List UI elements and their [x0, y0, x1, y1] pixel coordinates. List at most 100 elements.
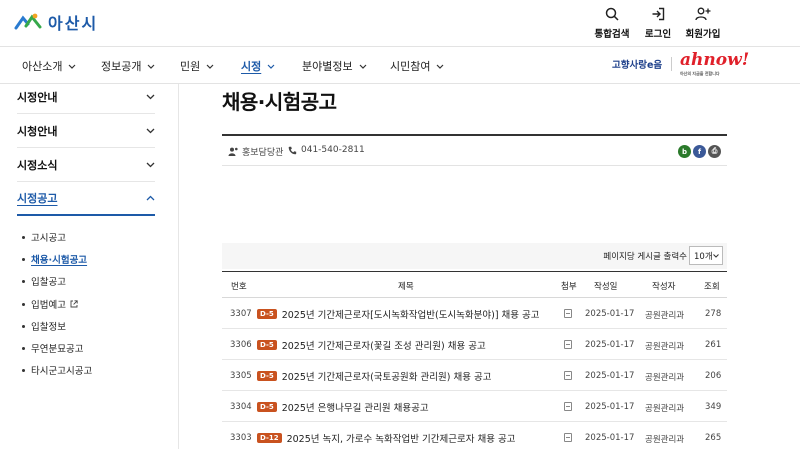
slogan-text: 고향사랑e음 [612, 60, 663, 71]
row-date: 2025-01-17 [585, 402, 635, 412]
chevron-down-icon [69, 64, 76, 69]
row-no: 3307 [230, 309, 252, 319]
header: 아산시 통합검색 로그인 회원가입 [0, 0, 800, 46]
row-title-text: 2025년 은행나무길 관리원 채용공고 [281, 403, 429, 414]
row-author: 공원관리과 [645, 311, 685, 321]
row-views: 206 [705, 371, 722, 381]
nav-item-fields[interactable]: 분야별정보 [302, 58, 367, 74]
content-divider [178, 84, 179, 449]
sub-item-label: 입법예고 [31, 300, 66, 311]
attachment-icon[interactable] [564, 340, 572, 349]
sub-item-recruitment[interactable]: 채용·시험공고 [22, 252, 87, 266]
hometown-donation-link[interactable]: 고향사랑e음 [612, 57, 662, 71]
table-row[interactable]: 3306 D-5 2025년 기간제근로자(꽃길 조성 관리원) 채용 공고 20… [222, 329, 727, 360]
department-name: 홍보담당관 [242, 148, 284, 158]
sub-item-bidding[interactable]: 입찰공고 [22, 274, 66, 288]
attachment-icon[interactable] [564, 309, 572, 318]
row-date: 2025-01-17 [585, 371, 635, 381]
search-icon [605, 7, 619, 21]
sub-item-announcement[interactable]: 고시공고 [22, 230, 66, 244]
attachment-icon[interactable] [564, 433, 572, 442]
page-title: 채용·시험공고 [222, 90, 337, 114]
bullet [22, 257, 25, 261]
attachment-icon[interactable] [564, 371, 572, 380]
row-date: 2025-01-17 [585, 340, 635, 350]
nav-label: 시민참여 [390, 60, 431, 73]
chevron-down-icon [148, 64, 155, 69]
nav-label: 아산소개 [22, 60, 63, 73]
perpage-select[interactable]: 10개 [689, 246, 723, 265]
print-button[interactable]: ⎙ [708, 145, 721, 158]
row-author: 공원관리과 [645, 373, 685, 383]
sub-item-label: 고시공고 [31, 233, 66, 244]
col-title: 제목 [398, 282, 414, 292]
sidebar-item-guide[interactable]: 시정안내 [17, 80, 155, 114]
sub-item-graves[interactable]: 무연분묘공고 [22, 341, 83, 355]
dday-badge: D-5 [257, 371, 277, 381]
row-title-text: 2025년 기간제근로자(꽃길 조성 관리원) 채용 공고 [281, 341, 486, 352]
phone-icon [288, 146, 297, 154]
row-title[interactable]: D-5 2025년 기간제근로자(꽃길 조성 관리원) 채용 공고 [257, 338, 486, 352]
sub-item-other-cities[interactable]: 타시군고시공고 [22, 363, 92, 377]
sidebar-item-notices[interactable]: 시정공고 [17, 182, 155, 216]
sub-item-bid-info[interactable]: 입찰정보 [22, 319, 66, 333]
chevron-down-icon [206, 64, 214, 69]
sidebar-item-label: 시정안내 [17, 90, 58, 104]
perpage-label: 페이지당 게시글 출력수 [603, 252, 687, 262]
chevron-down-icon [713, 253, 719, 258]
attachment-icon[interactable] [564, 402, 572, 411]
row-views: 261 [705, 340, 722, 350]
nav-item-city[interactable]: 시정 [241, 58, 275, 74]
chevron-down-icon [267, 64, 275, 69]
sidebar-item-label: 시청안내 [17, 124, 58, 138]
table-header: 번호 제목 첨부 작성일 작성자 조회 [222, 271, 727, 298]
bullet [22, 279, 25, 283]
brand-logo[interactable]: ahnow! 아산의 지금을 전합니다 [680, 50, 750, 76]
brand-logo-text: ahnow! [680, 50, 750, 70]
col-attach: 첨부 [561, 282, 577, 292]
chevron-down-icon [359, 64, 367, 69]
brand-logo-subtext: 아산의 지금을 전합니다 [680, 71, 720, 76]
nav-label: 분야별정보 [302, 60, 353, 73]
table-row[interactable]: 3305 D-5 2025년 기간제근로자(국토공원화 관리원) 채용 공고 20… [222, 360, 727, 391]
nav-item-info[interactable]: 정보공개 [101, 58, 155, 74]
share-blog-button[interactable]: b [678, 145, 691, 158]
sidebar-item-label: 시정공고 [17, 192, 58, 205]
bullet [22, 302, 25, 306]
dday-badge: D-5 [257, 340, 277, 350]
sub-item-label: 타시군고시공고 [31, 366, 93, 377]
nav-item-about[interactable]: 아산소개 [22, 58, 76, 74]
external-link-icon [70, 300, 78, 308]
dday-badge: D-5 [257, 309, 277, 319]
row-no: 3305 [230, 371, 252, 381]
sub-item-legislation[interactable]: 입법예고 [22, 297, 78, 311]
row-title[interactable]: D-12 2025년 녹지, 가로수 녹화작업반 기간제근로자 채용 공고 [257, 431, 515, 445]
sidebar-item-news[interactable]: 시정소식 [17, 148, 155, 182]
sub-item-label: 무연분묘공고 [31, 344, 84, 355]
bullet [22, 346, 25, 350]
sidebar-item-cityhall[interactable]: 시청안내 [17, 114, 155, 148]
dday-badge: D-12 [257, 433, 282, 443]
nav-label: 민원 [180, 60, 201, 73]
signup-button[interactable]: 회원가입 [673, 4, 733, 40]
bullet [22, 235, 25, 239]
row-date: 2025-01-17 [585, 433, 635, 443]
row-title[interactable]: D-5 2025년 은행나무길 관리원 채용공고 [257, 400, 429, 414]
bullet [22, 368, 25, 372]
nav-item-participation[interactable]: 시민참여 [390, 58, 444, 74]
bullet [22, 324, 25, 328]
row-title[interactable]: D-5 2025년 기간제근로자(국토공원화 관리원) 채용 공고 [257, 369, 491, 383]
col-no: 번호 [231, 282, 247, 292]
table-row[interactable]: 3304 D-5 2025년 은행나무길 관리원 채용공고 2025-01-17 … [222, 391, 727, 422]
share-facebook-label: f [697, 147, 702, 156]
table-row[interactable]: 3307 D-5 2025년 기간제근로자[도시녹화작업반(도시녹화분야)] 채용… [222, 298, 727, 329]
table-row[interactable]: 3303 D-12 2025년 녹지, 가로수 녹화작업반 기간제근로자 채용 공… [222, 422, 727, 449]
login-label: 로그인 [644, 29, 672, 40]
row-no: 3306 [230, 340, 252, 350]
row-title[interactable]: D-5 2025년 기간제근로자[도시녹화작업반(도시녹화분야)] 채용 공고 [257, 307, 540, 321]
row-author: 공원관리과 [645, 404, 685, 414]
share-facebook-button[interactable]: f [693, 145, 706, 158]
nav-item-civil[interactable]: 민원 [180, 58, 214, 74]
site-logo[interactable]: 아산시 [14, 10, 98, 34]
row-title-text: 2025년 기간제근로자(국토공원화 관리원) 채용 공고 [281, 372, 492, 383]
